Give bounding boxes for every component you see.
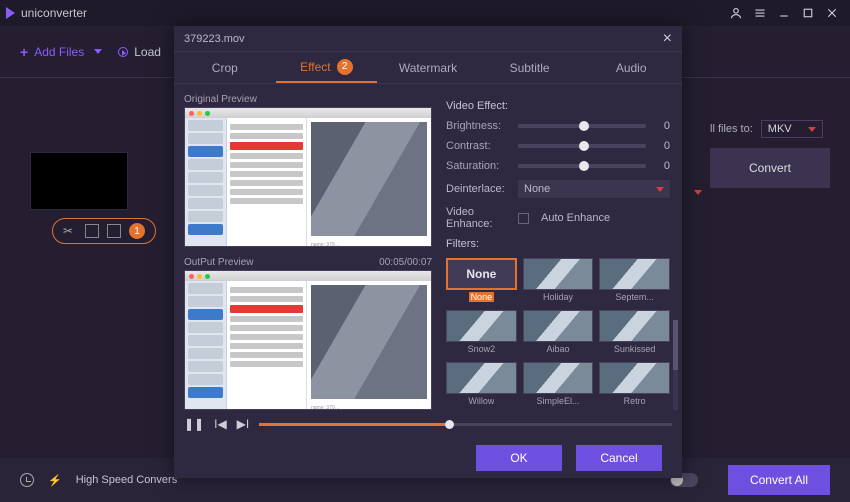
contrast-slider[interactable] [518, 144, 646, 148]
tab-effect-label: Effect [300, 60, 330, 74]
prev-frame-button[interactable]: I◀ [214, 417, 227, 431]
add-files-button[interactable]: + Add Files [20, 44, 102, 60]
tab-watermark-label: Watermark [399, 61, 457, 75]
app-logo-icon [6, 7, 15, 19]
tab-subtitle-label: Subtitle [510, 61, 550, 75]
high-speed-label: High Speed Convers [76, 474, 178, 486]
filter-retro-label: Retro [624, 396, 646, 406]
output-format-value: MKV [768, 123, 792, 135]
filter-snow2-label: Snow2 [468, 344, 496, 354]
contrast-label: Contrast: [446, 140, 510, 152]
convert-all-button[interactable]: Convert All [728, 465, 830, 495]
filter-september[interactable]: Septem... [599, 258, 670, 304]
callout-badge-2: 2 [337, 59, 353, 75]
menu-icon[interactable] [751, 4, 769, 22]
app-name: uniconverter [21, 6, 87, 20]
filter-none[interactable]: None None [446, 258, 517, 304]
pause-button[interactable]: ❚❚ [184, 417, 204, 431]
tab-subtitle[interactable]: Subtitle [479, 52, 581, 83]
chevron-down-icon [656, 187, 664, 192]
filter-holiday[interactable]: Holiday [523, 258, 594, 304]
tab-crop[interactable]: Crop [174, 52, 276, 83]
deinterlace-select[interactable]: None [518, 180, 670, 198]
filter-aibao[interactable]: Aibao [523, 310, 594, 356]
next-frame-button[interactable]: ▶I [237, 417, 250, 431]
chevron-down-icon [94, 49, 102, 54]
tab-effect[interactable]: Effect 2 [276, 52, 378, 83]
video-enhance-label: Video Enhance: [446, 206, 510, 230]
video-effect-heading: Video Effect: [446, 100, 670, 112]
filter-simpleel-label: SimpleEl... [536, 396, 579, 406]
convert-button[interactable]: Convert [710, 148, 830, 188]
filters-scrollbar[interactable] [673, 320, 678, 410]
filters-grid: None None Holiday Septem... Snow2 Aibao … [446, 258, 670, 408]
callout-badge-1: 1 [129, 223, 145, 239]
filter-holiday-label: Holiday [543, 292, 573, 302]
app-titlebar: uniconverter [0, 0, 850, 26]
original-preview: name: 379…kind: JPEGsize: 1.2 MBMore inf… [184, 107, 432, 247]
auto-enhance-label: Auto Enhance [541, 212, 610, 224]
filter-sunkissed-label: Sunkissed [614, 344, 656, 354]
chevron-down-icon [808, 127, 816, 132]
all-files-to-label: ll files to: [710, 123, 753, 135]
bolt-icon: ⚡ [48, 474, 62, 487]
transport-bar: ❚❚ I◀ ▶I [174, 410, 682, 438]
filter-september-label: Septem... [615, 292, 654, 302]
thumb-tool-callout: ✂ 1 [52, 218, 156, 244]
filter-willow-label: Willow [468, 396, 494, 406]
contrast-value: 0 [654, 140, 670, 152]
crop-icon[interactable] [85, 224, 99, 238]
edit-dialog: 379223.mov × Crop Effect 2 Watermark Sub… [174, 26, 682, 478]
expand-chevron[interactable] [690, 186, 702, 198]
dialog-title: 379223.mov [184, 33, 245, 45]
filter-snow2[interactable]: Snow2 [446, 310, 517, 356]
filter-sunkissed[interactable]: Sunkissed [599, 310, 670, 356]
deinterlace-value: None [524, 183, 550, 195]
filter-none-thumb: None [446, 258, 517, 290]
load-dvd-button[interactable]: Load [118, 45, 161, 59]
video-thumbnail[interactable] [30, 152, 128, 210]
tab-crop-label: Crop [212, 61, 238, 75]
saturation-value: 0 [654, 160, 670, 172]
dialog-tabs: Crop Effect 2 Watermark Subtitle Audio [174, 52, 682, 84]
load-label: Load [134, 45, 161, 59]
schedule-icon[interactable] [20, 473, 34, 487]
output-preview-label: OutPut Preview [184, 257, 253, 268]
add-files-label: Add Files [34, 45, 84, 59]
brightness-value: 0 [654, 120, 670, 132]
preview-timecode: 00:05/00:07 [379, 257, 432, 268]
brightness-label: Brightness: [446, 120, 510, 132]
saturation-label: Saturation: [446, 160, 510, 172]
account-icon[interactable] [727, 4, 745, 22]
tab-audio-label: Audio [616, 61, 647, 75]
filters-heading: Filters: [446, 238, 670, 250]
tab-audio[interactable]: Audio [580, 52, 682, 83]
cancel-button[interactable]: Cancel [576, 445, 662, 471]
plus-icon: + [20, 44, 28, 60]
scissors-icon[interactable]: ✂ [63, 224, 77, 238]
playhead-slider[interactable] [259, 423, 672, 426]
original-preview-label: Original Preview [184, 94, 432, 105]
convert-label: Convert [749, 161, 791, 175]
tab-watermark[interactable]: Watermark [377, 52, 479, 83]
maximize-icon[interactable] [799, 4, 817, 22]
brightness-slider[interactable] [518, 124, 646, 128]
minimize-icon[interactable] [775, 4, 793, 22]
saturation-slider[interactable] [518, 164, 646, 168]
filter-aibao-label: Aibao [546, 344, 569, 354]
filter-none-label: None [469, 292, 495, 302]
dialog-close-button[interactable]: × [663, 31, 672, 47]
output-preview: name: 379…kind: JPEGsize: 1.2 MBMore inf… [184, 270, 432, 410]
deinterlace-label: Deinterlace: [446, 183, 510, 195]
filter-simpleel[interactable]: SimpleEl... [523, 362, 594, 408]
ok-button[interactable]: OK [476, 445, 562, 471]
effect-shortcut-icon[interactable] [107, 224, 121, 238]
disc-icon [118, 47, 128, 57]
output-format-row: ll files to: MKV [710, 120, 830, 138]
output-format-select[interactable]: MKV [761, 120, 823, 138]
filter-retro[interactable]: Retro [599, 362, 670, 408]
auto-enhance-checkbox[interactable] [518, 213, 529, 224]
filter-willow[interactable]: Willow [446, 362, 517, 408]
close-app-icon[interactable] [823, 4, 841, 22]
